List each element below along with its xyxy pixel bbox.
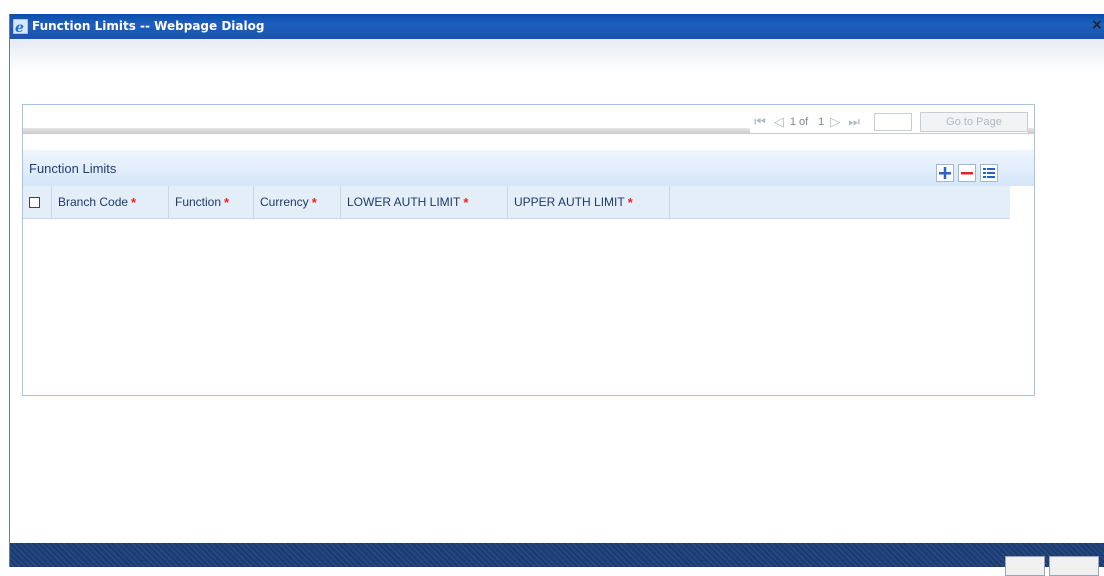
column-header-lower-auth-limit: LOWER AUTH LIMIT * — [341, 186, 508, 218]
column-label: Function — [175, 195, 222, 209]
total-pages: 1 — [818, 116, 825, 128]
delete-row-icon — [961, 172, 973, 175]
internet-explorer-icon: e — [13, 19, 28, 34]
page-number-input[interactable] — [874, 113, 912, 131]
pager-controls: ⏮ ◁ 1 of 1 ▷ ⏭ Go to Page — [750, 111, 1028, 133]
column-header-upper-auth-limit: UPPER AUTH LIMIT * — [508, 186, 670, 218]
required-marker: * — [311, 194, 317, 210]
previous-page-icon[interactable]: ◁ — [770, 114, 788, 130]
function-limits-panel: ⏮ ◁ 1 of 1 ▷ ⏭ Go to Page Function Limit… — [22, 104, 1035, 396]
exit-button[interactable] — [1049, 556, 1099, 576]
column-label: Branch Code — [58, 195, 129, 209]
grid-header-filler — [670, 186, 1010, 218]
single-view-button[interactable] — [980, 164, 998, 182]
column-label: UPPER AUTH LIMIT — [514, 195, 625, 209]
go-to-page-button[interactable]: Go to Page — [920, 112, 1028, 132]
pagination-bar: ⏮ ◁ 1 of 1 ▷ ⏭ Go to Page — [23, 105, 1034, 146]
ok-button[interactable] — [1005, 556, 1045, 576]
svg-text:e: e — [15, 20, 24, 34]
last-page-icon[interactable]: ⏭ — [844, 114, 864, 130]
select-all-checkbox[interactable] — [29, 196, 40, 208]
dialog-footer — [10, 543, 1104, 567]
required-marker: * — [224, 194, 230, 210]
title-bar: e Function Limits -- Webpage Dialog — [10, 14, 1104, 39]
required-marker: * — [131, 194, 137, 210]
section-title: Function Limits — [29, 161, 117, 176]
first-page-icon[interactable]: ⏮ — [750, 114, 770, 130]
single-view-icon — [983, 168, 995, 178]
header-band — [10, 39, 1104, 73]
section-header: Function Limits — [23, 150, 1034, 186]
close-icon[interactable]: × — [1091, 17, 1103, 33]
window-title: Function Limits -- Webpage Dialog — [32, 19, 265, 33]
select-all-cell — [23, 186, 52, 218]
column-label: LOWER AUTH LIMIT — [347, 195, 461, 209]
grid-header-row: Branch Code * Function * Currency * LOWE… — [23, 186, 1010, 219]
column-header-function: Function * — [169, 186, 254, 218]
page-of-text: 1 of — [789, 116, 809, 128]
delete-row-button[interactable] — [958, 164, 976, 182]
required-marker: * — [627, 194, 633, 210]
column-label: Currency — [260, 195, 309, 209]
add-row-icon — [939, 167, 951, 179]
required-marker: * — [463, 194, 469, 210]
column-header-branch-code: Branch Code * — [52, 186, 169, 218]
add-row-button[interactable] — [936, 164, 954, 182]
column-header-currency: Currency * — [254, 186, 341, 218]
next-page-icon[interactable]: ▷ — [826, 114, 844, 130]
